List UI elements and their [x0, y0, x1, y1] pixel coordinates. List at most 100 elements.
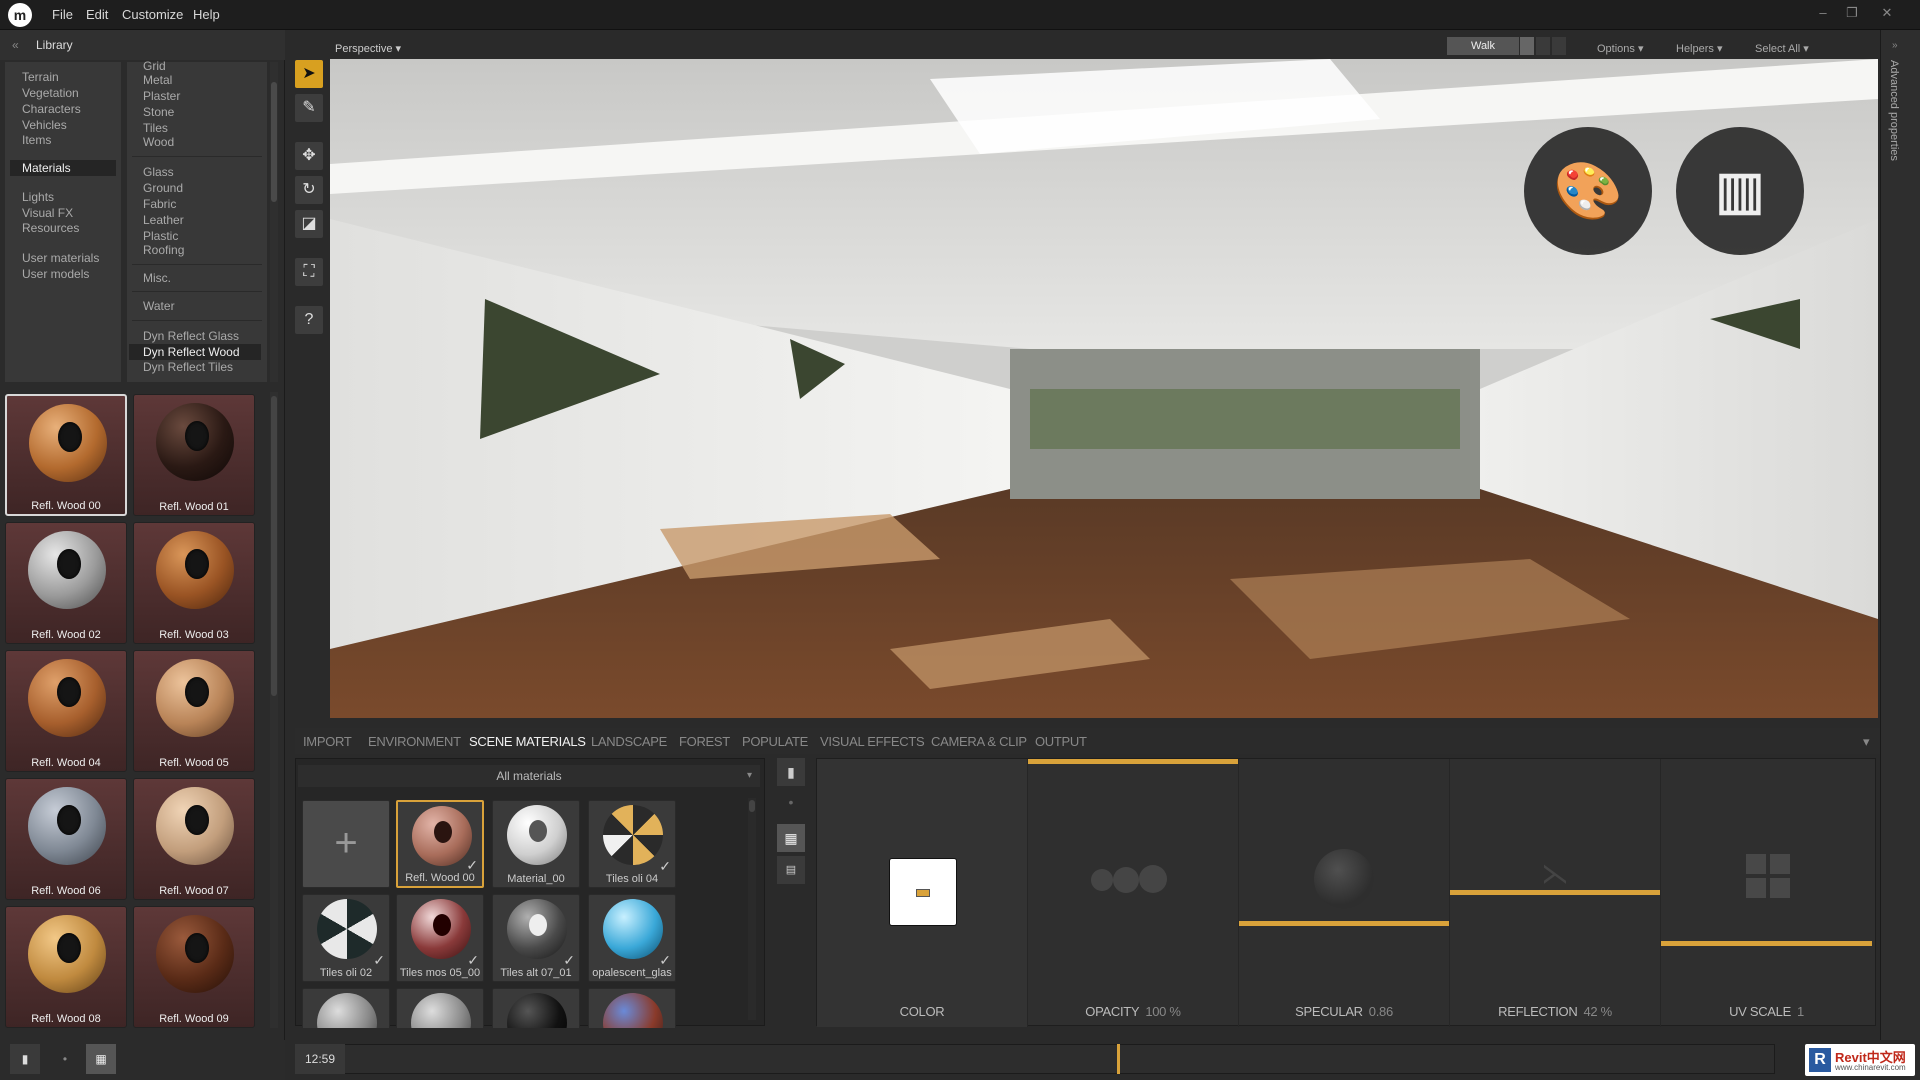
menu-customize[interactable]: Customize [122, 0, 183, 30]
material-tile[interactable]: Refl. Wood 05 [133, 650, 255, 772]
subcategory-dyn-reflect-wood[interactable]: Dyn Reflect Wood [129, 344, 261, 360]
help-icon[interactable]: ? [295, 306, 323, 334]
reflection-property[interactable]: ⋋ REFLECTION 42 % [1450, 759, 1661, 1027]
scene-material-tile[interactable]: ✓ opalescent_glas [588, 894, 676, 982]
subcategory-roofing[interactable]: Roofing [143, 243, 184, 257]
grid-view-icon[interactable]: ▤ [777, 856, 805, 884]
helpers-dropdown[interactable]: Helpers ▾ [1676, 42, 1722, 55]
scene-material-tile[interactable]: ✓ Tiles oli 02 [302, 894, 390, 982]
scene-material-tile[interactable] [396, 988, 484, 1028]
subcategory-wood[interactable]: Wood [143, 135, 174, 149]
advanced-properties-strip[interactable] [1880, 30, 1920, 1040]
tab-import[interactable]: IMPORT [303, 734, 352, 749]
material-tile[interactable]: Refl. Wood 04 [5, 650, 127, 772]
scene-material-tile[interactable]: ✓ Refl. Wood 00 [396, 800, 484, 888]
subcategory-stone[interactable]: Stone [143, 105, 174, 119]
opacity-property[interactable]: OPACITY 100 % [1028, 759, 1239, 1027]
material-filter-dropdown[interactable]: All materials ▾ [298, 765, 760, 787]
scrollbar-thumb[interactable] [271, 82, 277, 202]
category-user-models[interactable]: User models [22, 267, 89, 281]
tab-landscape[interactable]: LANDSCAPE [591, 734, 667, 749]
material-tile[interactable]: Refl. Wood 09 [133, 906, 255, 1028]
subcategory-plaster[interactable]: Plaster [143, 89, 180, 103]
menu-edit[interactable]: Edit [86, 0, 108, 30]
category-lights[interactable]: Lights [22, 190, 54, 204]
material-tile[interactable]: Refl. Wood 06 [5, 778, 127, 900]
color-swatch[interactable] [890, 859, 956, 925]
select-all-dropdown[interactable]: Select All ▾ [1755, 42, 1809, 55]
brush-icon[interactable]: ▮ [10, 1044, 40, 1074]
category-resources[interactable]: Resources [22, 221, 79, 235]
scene-material-tile[interactable] [302, 988, 390, 1028]
expand-icon[interactable]: » [1892, 40, 1898, 51]
reflection-slider[interactable] [1450, 890, 1660, 895]
scene-material-tile[interactable] [492, 988, 580, 1028]
rotate-icon[interactable]: ↻ [295, 176, 323, 204]
view-mode-toggle[interactable] [1552, 37, 1566, 55]
collapse-icon[interactable]: « [12, 38, 19, 52]
scene-material-tile[interactable]: ✓ Tiles oli 04 [588, 800, 676, 888]
tab-camera-clip[interactable]: CAMERA & CLIP [931, 734, 1027, 749]
uv-scale-value[interactable]: 1 [1797, 1004, 1804, 1019]
subcategory-leather[interactable]: Leather [143, 213, 184, 227]
scene-material-tile[interactable] [588, 988, 676, 1028]
material-picker-icon[interactable]: ▦ [777, 824, 805, 852]
view-mode-toggle[interactable] [1520, 37, 1534, 55]
specular-slider[interactable] [1239, 921, 1449, 926]
brush-icon[interactable]: ▮ [777, 758, 805, 786]
uv-scale-slider[interactable] [1661, 941, 1872, 946]
specular-property[interactable]: SPECULAR 0.86 [1239, 759, 1450, 1027]
focus-icon[interactable]: ⛶ [295, 258, 323, 286]
dot-icon[interactable]: • [777, 788, 805, 816]
scale-icon[interactable]: ◪ [295, 210, 323, 238]
select-arrow-icon[interactable]: ➤ [295, 60, 323, 88]
dot-icon[interactable]: • [50, 1044, 80, 1074]
material-tile[interactable]: Refl. Wood 07 [133, 778, 255, 900]
tab-visual-effects[interactable]: VISUAL EFFECTS [820, 734, 925, 749]
restore-icon[interactable]: ❐ [1841, 3, 1863, 23]
subcategory-metal[interactable]: Metal [143, 73, 172, 87]
category-characters[interactable]: Characters [22, 102, 81, 116]
subcategory-water[interactable]: Water [143, 299, 175, 313]
tab-populate[interactable]: POPULATE [742, 734, 808, 749]
add-material-button[interactable]: + [302, 800, 390, 888]
scene-material-tile[interactable]: ✓ Tiles mos 05_00 [396, 894, 484, 982]
category-items[interactable]: Items [22, 133, 51, 147]
category-vehicles[interactable]: Vehicles [22, 118, 67, 132]
subcategory-fabric[interactable]: Fabric [143, 197, 176, 211]
advanced-properties-label[interactable]: Advanced properties [1888, 60, 1900, 161]
material-tile[interactable]: Refl. Wood 00 [5, 394, 127, 516]
subcategory-grid[interactable]: Grid [143, 59, 166, 73]
category-terrain[interactable]: Terrain [22, 70, 59, 84]
app-logo-icon[interactable]: m [8, 3, 32, 27]
color-property[interactable]: COLOR [817, 759, 1028, 1027]
options-dropdown[interactable]: Options ▾ [1597, 42, 1644, 55]
subcategory-ground[interactable]: Ground [143, 181, 183, 195]
subcategory-scrollbar[interactable] [270, 62, 278, 382]
opacity-value[interactable]: 100 % [1145, 1004, 1181, 1019]
tab-output[interactable]: OUTPUT [1035, 734, 1087, 749]
category-materials[interactable]: Materials [10, 160, 116, 176]
close-icon[interactable]: ✕ [1876, 3, 1898, 23]
scrollbar-thumb[interactable] [271, 396, 277, 696]
subcategory-dyn-reflect-tiles[interactable]: Dyn Reflect Tiles [143, 360, 233, 374]
move-icon[interactable]: ✥ [295, 142, 323, 170]
category-visual-fx[interactable]: Visual FX [22, 206, 73, 220]
minimize-icon[interactable]: – [1812, 3, 1834, 23]
material-tile[interactable]: Refl. Wood 03 [133, 522, 255, 644]
subcategory-tiles[interactable]: Tiles [143, 121, 168, 135]
walk-button[interactable]: Walk [1447, 37, 1519, 55]
viewport-3d[interactable]: 🎨 ▥ [330, 59, 1878, 718]
specular-value[interactable]: 0.86 [1369, 1004, 1393, 1019]
view-mode-toggle[interactable] [1536, 37, 1550, 55]
tab-scene-materials[interactable]: SCENE MATERIALS [469, 734, 586, 749]
material-tile[interactable]: Refl. Wood 02 [5, 522, 127, 644]
scrollbar-thumb[interactable] [749, 800, 755, 812]
opacity-slider[interactable] [1028, 759, 1238, 764]
scene-material-tile[interactable]: Material_00 [492, 800, 580, 888]
tabs-menu-icon[interactable]: ▾ [1863, 734, 1870, 750]
category-vegetation[interactable]: Vegetation [22, 86, 79, 100]
timeline[interactable] [295, 1044, 1775, 1074]
material-tile[interactable]: Refl. Wood 01 [133, 394, 255, 516]
eyedropper-icon[interactable]: ✎ [295, 94, 323, 122]
